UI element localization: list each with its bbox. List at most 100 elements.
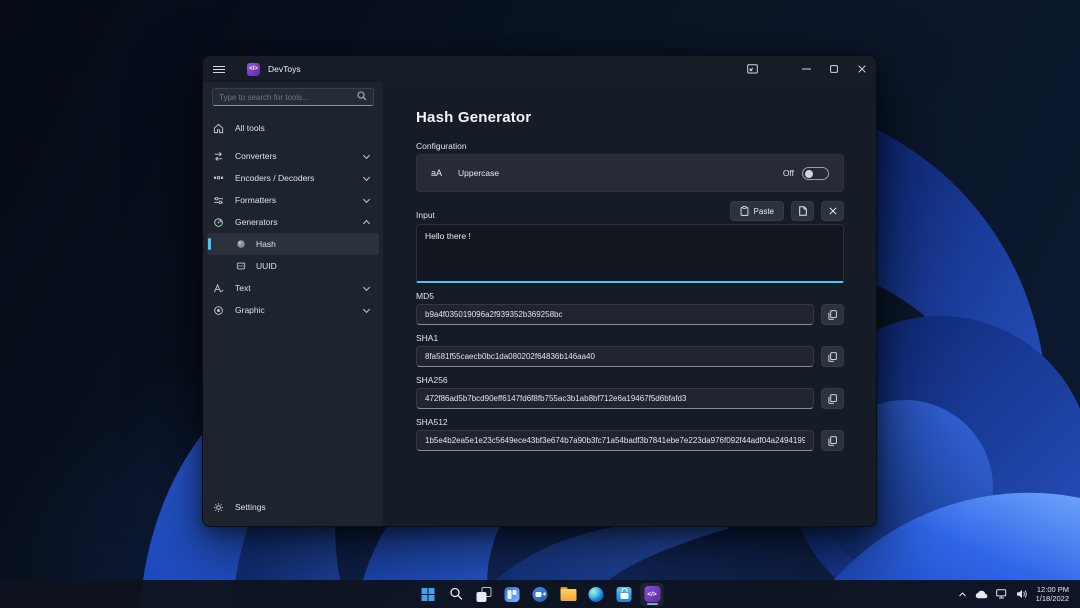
close-icon bbox=[829, 207, 837, 215]
paste-button[interactable]: Paste bbox=[730, 201, 784, 221]
file-explorer-button[interactable] bbox=[557, 583, 580, 606]
sha256-label: SHA256 bbox=[416, 375, 844, 385]
tool-search-box[interactable] bbox=[212, 88, 374, 106]
sha256-copy-button[interactable] bbox=[821, 388, 844, 409]
close-button[interactable] bbox=[848, 56, 876, 82]
sidebar-item-formatters[interactable]: Formatters bbox=[203, 189, 383, 211]
start-button[interactable] bbox=[417, 583, 440, 606]
md5-output-field[interactable] bbox=[416, 304, 814, 325]
search-icon[interactable] bbox=[357, 88, 367, 106]
network-icon[interactable] bbox=[996, 589, 1008, 599]
clipboard-icon bbox=[740, 206, 749, 216]
hidden-icons-chevron-up-icon[interactable] bbox=[958, 591, 967, 598]
active-app-indicator bbox=[647, 603, 658, 605]
copy-icon bbox=[828, 436, 837, 446]
sidebar-item-encoders-decoders[interactable]: Encoders / Decoders bbox=[203, 167, 383, 189]
toggle-knob bbox=[805, 170, 813, 178]
taskbar: </> 12:00 PM 1/18/2022 bbox=[0, 580, 1080, 608]
main-pane: Hash Generator Configuration aA Uppercas… bbox=[383, 82, 876, 526]
copy-icon bbox=[828, 394, 837, 404]
hamburger-menu-button[interactable] bbox=[213, 56, 239, 82]
chevron-down-icon bbox=[363, 195, 370, 202]
sidebar-item-label: Hash bbox=[256, 239, 369, 249]
generators-icon bbox=[213, 217, 224, 228]
sidebar-item-label: Text bbox=[235, 283, 364, 293]
search-icon bbox=[449, 587, 463, 601]
store-icon bbox=[617, 587, 632, 602]
clock[interactable]: 12:00 PM 1/18/2022 bbox=[1036, 585, 1069, 603]
compact-overlay-icon[interactable] bbox=[738, 56, 766, 82]
chevron-down-icon bbox=[363, 283, 370, 290]
volume-icon[interactable] bbox=[1016, 589, 1028, 599]
devtoys-taskbar-button[interactable]: </> bbox=[641, 583, 664, 606]
sidebar: All tools Converters Encoders / Decoders bbox=[203, 82, 383, 526]
clock-date: 1/18/2022 bbox=[1036, 594, 1069, 603]
open-file-button[interactable] bbox=[791, 201, 814, 221]
sha512-copy-button[interactable] bbox=[821, 430, 844, 451]
chat-icon bbox=[533, 587, 548, 602]
input-textarea[interactable]: Hello there ! bbox=[416, 224, 844, 283]
sha512-row bbox=[416, 430, 844, 451]
sha1-label: SHA1 bbox=[416, 333, 844, 343]
sidebar-item-graphic[interactable]: Graphic bbox=[203, 299, 383, 321]
sidebar-item-label: Encoders / Decoders bbox=[235, 173, 364, 183]
uuid-icon bbox=[235, 261, 246, 272]
chat-button[interactable] bbox=[529, 583, 552, 606]
task-view-button[interactable] bbox=[473, 583, 496, 606]
formatters-icon bbox=[213, 195, 224, 206]
devtoys-icon: </> bbox=[644, 586, 660, 602]
sidebar-item-label: Generators bbox=[235, 217, 364, 227]
sidebar-item-all-tools[interactable]: All tools bbox=[203, 117, 383, 139]
sidebar-item-hash[interactable]: Hash bbox=[207, 233, 379, 255]
taskbar-center-icons: </> bbox=[417, 580, 664, 608]
graphic-icon bbox=[213, 305, 224, 316]
title-bar: </> DevToys bbox=[203, 56, 876, 82]
input-actions: Paste bbox=[730, 201, 844, 221]
maximize-button[interactable] bbox=[820, 56, 848, 82]
md5-copy-button[interactable] bbox=[821, 304, 844, 325]
sidebar-item-label: All tools bbox=[235, 123, 373, 133]
file-icon bbox=[799, 206, 807, 216]
sidebar-item-generators[interactable]: Generators bbox=[203, 211, 383, 233]
taskbar-search-button[interactable] bbox=[445, 583, 468, 606]
sidebar-item-label: Graphic bbox=[235, 305, 364, 315]
edge-button[interactable] bbox=[585, 583, 608, 606]
selection-accent-bar bbox=[208, 238, 211, 250]
uppercase-setting-card: aA Uppercase Off bbox=[416, 154, 844, 192]
microsoft-store-button[interactable] bbox=[613, 583, 636, 606]
gear-icon bbox=[213, 502, 224, 513]
system-tray: 12:00 PM 1/18/2022 bbox=[958, 580, 1080, 608]
sha1-copy-button[interactable] bbox=[821, 346, 844, 367]
home-icon bbox=[213, 123, 224, 134]
sidebar-item-converters[interactable]: Converters bbox=[203, 145, 383, 167]
input-header: Input Paste bbox=[416, 201, 844, 221]
minimize-button[interactable] bbox=[792, 56, 820, 82]
uppercase-label: Uppercase bbox=[458, 168, 783, 178]
sidebar-item-uuid[interactable]: UUID bbox=[207, 255, 379, 277]
sha256-output-field[interactable] bbox=[416, 388, 814, 409]
md5-row bbox=[416, 304, 844, 325]
chevron-down-icon bbox=[363, 173, 370, 180]
chevron-up-icon bbox=[363, 220, 370, 227]
sha1-output-field[interactable] bbox=[416, 346, 814, 367]
sha512-output-field[interactable] bbox=[416, 430, 814, 451]
uppercase-toggle[interactable] bbox=[802, 167, 829, 180]
clear-input-button[interactable] bbox=[821, 201, 844, 221]
encoders-decoders-icon bbox=[213, 173, 224, 184]
sidebar-item-label: UUID bbox=[256, 261, 369, 271]
widgets-icon bbox=[505, 587, 520, 602]
search-input[interactable] bbox=[219, 93, 357, 102]
sidebar-item-settings[interactable]: Settings bbox=[203, 496, 383, 518]
widgets-button[interactable] bbox=[501, 583, 524, 606]
sha1-row bbox=[416, 346, 844, 367]
md5-label: MD5 bbox=[416, 291, 844, 301]
sidebar-item-label: Settings bbox=[235, 502, 373, 512]
converters-icon bbox=[213, 151, 224, 162]
toggle-state-label: Off bbox=[783, 168, 794, 178]
paste-button-label: Paste bbox=[754, 207, 774, 216]
sidebar-item-text[interactable]: Text bbox=[203, 277, 383, 299]
clock-time: 12:00 PM bbox=[1036, 585, 1069, 594]
text-icon bbox=[213, 283, 224, 294]
onedrive-cloud-icon[interactable] bbox=[975, 590, 988, 599]
edge-icon bbox=[589, 587, 604, 602]
